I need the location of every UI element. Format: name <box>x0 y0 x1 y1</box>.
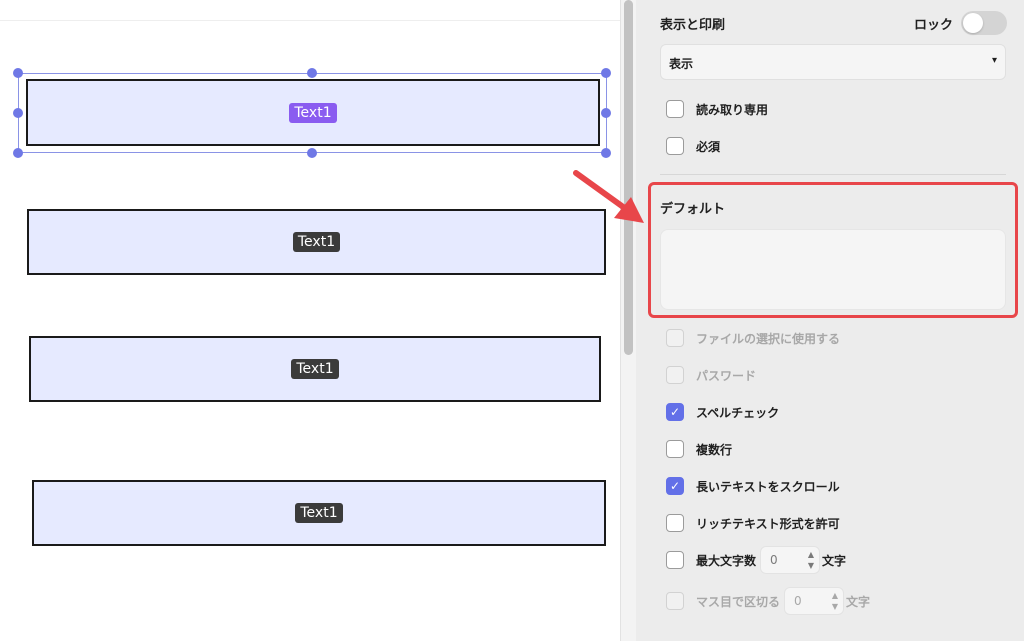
resize-handle-right[interactable] <box>601 108 611 118</box>
text-field-2[interactable]: Text1 <box>27 209 606 275</box>
default-label: デフォルト <box>660 202 726 217</box>
checkbox[interactable] <box>666 551 684 569</box>
option-label: 読み取り専用 <box>696 102 769 117</box>
max-chars-suffix: 文字 <box>822 553 847 568</box>
toggle-knob <box>963 13 983 33</box>
option-label: スペルチェック <box>696 405 780 420</box>
option-rich-text[interactable]: リッチテキスト形式を許可 <box>666 513 840 533</box>
select-value: 表示 <box>669 57 694 71</box>
option-label: ファイルの選択に使用する <box>696 331 841 346</box>
option-max-chars[interactable]: 最大文字数 0 ▲ ▼ 文字 <box>666 546 847 574</box>
option-label: 最大文字数 <box>696 553 757 568</box>
resize-handle-top-right[interactable] <box>601 68 611 78</box>
option-label: 必須 <box>696 139 721 154</box>
canvas-divider <box>0 20 620 21</box>
option-label: 長いテキストをスクロール <box>696 479 840 494</box>
chevron-down-icon: ▾ <box>991 55 997 66</box>
option-password[interactable]: パスワード <box>666 365 756 385</box>
stepper-value: 0 <box>794 594 802 608</box>
resize-handle-bottom[interactable] <box>307 148 317 158</box>
option-spell-check[interactable]: ✓ スペルチェック <box>666 402 779 422</box>
option-label: マス目で区切る <box>696 594 781 609</box>
option-read-only[interactable]: 読み取り専用 <box>666 99 768 119</box>
option-file-select[interactable]: ファイルの選択に使用する <box>666 328 840 348</box>
checkbox[interactable] <box>666 366 684 384</box>
option-required[interactable]: 必須 <box>666 136 720 156</box>
resize-handle-left[interactable] <box>13 108 23 118</box>
properties-panel: 表示と印刷 ロック 表示 ▾ 読み取り専用 必須 デフォルト ファイルの選択に使… <box>636 0 1024 641</box>
checkbox[interactable] <box>666 137 684 155</box>
resize-handle-bottom-right[interactable] <box>601 148 611 158</box>
section-divider <box>660 174 1006 175</box>
resize-handle-top[interactable] <box>307 68 317 78</box>
stepper-up-icon[interactable]: ▲ <box>808 550 814 559</box>
checkbox[interactable]: ✓ <box>666 477 684 495</box>
max-chars-stepper[interactable]: 0 ▲ ▼ <box>760 546 821 574</box>
option-label: リッチテキスト形式を許可 <box>696 516 840 531</box>
stepper-down-icon[interactable]: ▼ <box>808 561 814 570</box>
comb-suffix: 文字 <box>846 594 871 609</box>
scrollbar-thumb[interactable] <box>624 0 633 355</box>
lock-label: ロック <box>914 18 954 33</box>
checkbox[interactable] <box>666 514 684 532</box>
checkbox[interactable] <box>666 592 684 610</box>
checkbox[interactable] <box>666 100 684 118</box>
text-field-1[interactable]: Text1 <box>26 79 600 146</box>
option-label: 複数行 <box>696 442 733 457</box>
option-label: パスワード <box>696 368 757 383</box>
field-name-tag: Text1 <box>289 102 337 123</box>
stepper-arrows-icon[interactable]: ▲ ▼ <box>808 549 814 571</box>
resize-handle-top-left[interactable] <box>13 68 23 78</box>
form-canvas[interactable]: Text1 Text1 Text1 Text1 <box>0 0 620 641</box>
checkbox[interactable] <box>666 329 684 347</box>
stepper-down-icon[interactable]: ▼ <box>832 602 838 611</box>
visibility-select[interactable]: 表示 ▾ <box>660 44 1006 80</box>
canvas-scrollbar[interactable] <box>620 0 636 641</box>
lock-toggle[interactable] <box>961 11 1007 35</box>
comb-stepper[interactable]: 0 ▲ ▼ <box>784 587 845 615</box>
option-scroll-long-text[interactable]: ✓ 長いテキストをスクロール <box>666 476 840 496</box>
checkbox[interactable]: ✓ <box>666 403 684 421</box>
field-name-tag: Text1 <box>292 232 341 252</box>
option-comb[interactable]: マス目で区切る 0 ▲ ▼ 文字 <box>666 587 871 615</box>
resize-handle-bottom-left[interactable] <box>13 148 23 158</box>
stepper-arrows-icon[interactable]: ▲ ▼ <box>832 590 838 612</box>
text-field-3[interactable]: Text1 <box>29 336 601 402</box>
option-multiline[interactable]: 複数行 <box>666 439 732 459</box>
field-name-tag: Text1 <box>291 359 339 379</box>
text-field-4[interactable]: Text1 <box>32 480 606 546</box>
checkbox[interactable] <box>666 440 684 458</box>
default-value-input[interactable] <box>660 229 1006 310</box>
field-name-tag: Text1 <box>295 503 343 523</box>
stepper-value: 0 <box>770 553 778 567</box>
checkmark-icon: ✓ <box>669 405 681 419</box>
section-title: 表示と印刷 <box>660 18 726 33</box>
checkmark-icon: ✓ <box>669 479 681 493</box>
stepper-up-icon[interactable]: ▲ <box>832 591 838 600</box>
